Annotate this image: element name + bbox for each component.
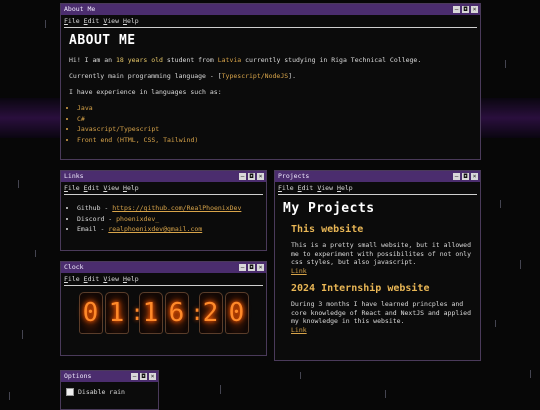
menu-bar: File Edit View Help (61, 15, 480, 26)
menu-edit[interactable]: Edit (84, 184, 100, 192)
clock-titlebar[interactable]: Clock – ◘ × (61, 262, 266, 273)
email-link[interactable]: realphoenixdev@gmail.com (108, 225, 202, 233)
main-language-text: Currently main programming language - [T… (69, 72, 296, 80)
options-titlebar[interactable]: Options – ◘ × (61, 371, 158, 382)
rain-drop (495, 320, 496, 327)
minimize-button[interactable]: – (453, 6, 460, 13)
menu-edit[interactable]: Edit (84, 275, 100, 283)
menu-edit[interactable]: Edit (298, 184, 314, 192)
rain-drop (220, 385, 221, 394)
clock-digit: 6 (164, 292, 189, 334)
clock-colon: : (190, 300, 204, 326)
about-window: About Me – ◘ × File Edit View Help ABOUT… (60, 3, 481, 160)
rain-drop (530, 370, 531, 378)
project-title: This website (291, 224, 364, 235)
list-item: Front end (HTML, CSS, Tailwind) (77, 135, 472, 146)
menu-view[interactable]: View (103, 184, 119, 192)
clock-digit: 1 (104, 292, 129, 334)
minimize-button[interactable]: – (239, 173, 246, 180)
rain-drop (500, 200, 501, 208)
projects-titlebar[interactable]: Projects – ◘ × (275, 171, 480, 182)
rain-drop (45, 20, 46, 28)
rain-drop (385, 390, 386, 398)
maximize-button[interactable]: ◘ (462, 6, 469, 13)
menu-edit[interactable]: Edit (84, 17, 100, 25)
list-item: C# (77, 114, 472, 125)
maximize-button[interactable]: ◘ (248, 173, 255, 180)
project-link[interactable]: Link (291, 267, 307, 275)
projects-window: Projects – ◘ × File Edit View Help My Pr… (274, 170, 481, 361)
options-window: Options – ◘ × Disable rain (60, 370, 159, 410)
disable-rain-label: Disable rain (78, 388, 125, 396)
menu-help[interactable]: Help (123, 184, 139, 192)
language-list: Java C# Javascript/Typescript Front end … (69, 103, 472, 145)
clock-digit: 0 (78, 292, 103, 334)
window-title: Links (64, 172, 84, 180)
menu-bar: File Edit View Help (61, 182, 266, 193)
rain-drop (22, 330, 23, 339)
github-link[interactable]: https://github.com/RealPhoenixDev (112, 204, 241, 212)
rain-drop (300, 372, 301, 379)
minimize-button[interactable]: – (453, 173, 460, 180)
discord-handle: phoenixdev_ (116, 214, 160, 223)
menu-help[interactable]: Help (337, 184, 353, 192)
discord-item: Discord - phoenixdev_ (77, 214, 258, 225)
rain-drop (18, 180, 19, 188)
clock-digit: 2 (198, 292, 223, 334)
divider (64, 285, 263, 286)
menu-view[interactable]: View (317, 184, 333, 192)
menu-file[interactable]: File (64, 17, 80, 25)
window-title: About Me (64, 5, 96, 13)
project-description: This is a pretty small website, but it a… (291, 241, 472, 266)
intro-text: Hi! I am an 18 years old student from La… (69, 56, 422, 64)
disable-rain-option[interactable]: Disable rain (66, 388, 158, 396)
projects-heading: My Projects (283, 201, 375, 216)
rain-drop (35, 250, 36, 257)
project-description: During 3 months I have learned princples… (291, 300, 472, 325)
menu-bar: File Edit View Help (61, 273, 266, 284)
minimize-button[interactable]: – (131, 373, 138, 380)
links-titlebar[interactable]: Links – ◘ × (61, 171, 266, 182)
menu-help[interactable]: Help (123, 275, 139, 283)
nixie-clock: 0 1 : 1 6 : 2 0 (61, 292, 266, 334)
rain-drop (9, 392, 10, 400)
maximize-button[interactable]: ◘ (248, 264, 255, 271)
disable-rain-checkbox[interactable] (66, 388, 74, 396)
menu-file[interactable]: File (278, 184, 294, 192)
page-title: ABOUT ME (69, 33, 136, 48)
list-item: Javascript/Typescript (77, 124, 472, 135)
experience-text: I have experience in languages such as: (69, 88, 222, 96)
menu-bar: File Edit View Help (275, 182, 480, 193)
minimize-button[interactable]: – (239, 264, 246, 271)
clock-window: Clock – ◘ × File Edit View Help 0 1 : 1 … (60, 261, 267, 356)
close-button[interactable]: × (471, 173, 478, 180)
menu-file[interactable]: File (64, 275, 80, 283)
window-title: Clock (64, 263, 84, 271)
project-title: 2024 Internship website (291, 283, 430, 294)
github-item: Github - https://github.com/RealPhoenixD… (77, 203, 258, 214)
menu-file[interactable]: File (64, 184, 80, 192)
list-item: Java (77, 103, 472, 114)
links-list: Github - https://github.com/RealPhoenixD… (69, 203, 258, 235)
window-title: Options (64, 372, 92, 380)
menu-view[interactable]: View (103, 275, 119, 283)
rain-drop (505, 60, 506, 68)
clock-digit: 1 (138, 292, 163, 334)
clock-colon: : (130, 300, 144, 326)
project-link[interactable]: Link (291, 326, 307, 334)
maximize-button[interactable]: ◘ (140, 373, 147, 380)
close-button[interactable]: × (257, 264, 264, 271)
menu-view[interactable]: View (103, 17, 119, 25)
links-window: Links – ◘ × File Edit View Help Github -… (60, 170, 267, 251)
maximize-button[interactable]: ◘ (462, 173, 469, 180)
clock-digit: 0 (224, 292, 249, 334)
close-button[interactable]: × (149, 373, 156, 380)
menu-help[interactable]: Help (123, 17, 139, 25)
window-title: Projects (278, 172, 310, 180)
email-item: Email - realphoenixdev@gmail.com (77, 224, 258, 235)
about-titlebar[interactable]: About Me – ◘ × (61, 4, 480, 15)
close-button[interactable]: × (257, 173, 264, 180)
rain-drop (520, 260, 521, 269)
close-button[interactable]: × (471, 6, 478, 13)
